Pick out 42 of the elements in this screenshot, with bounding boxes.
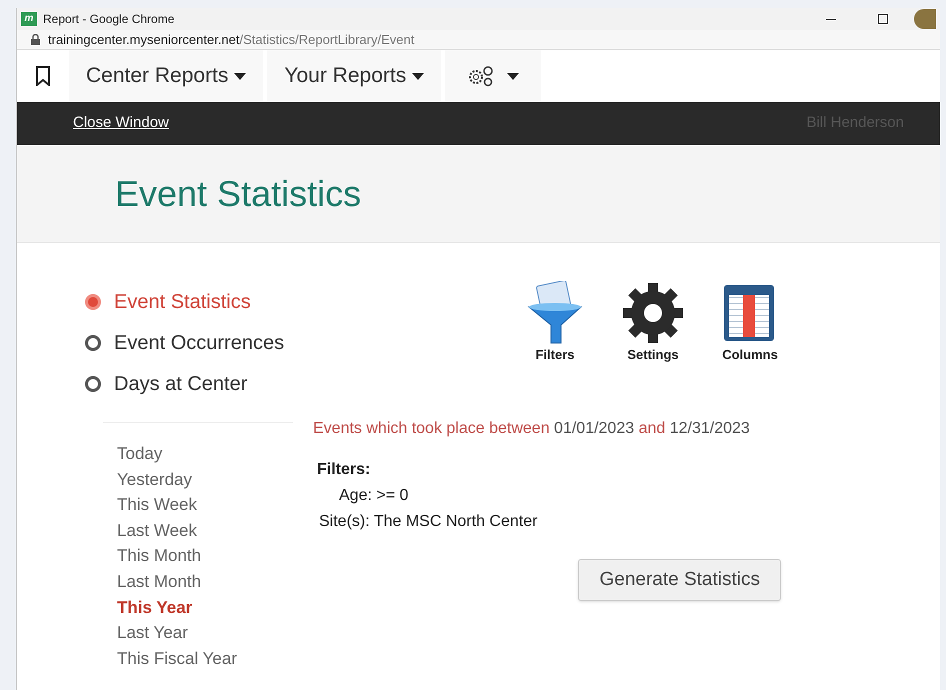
gears-icon [467, 65, 496, 87]
report-option[interactable]: Event Statistics [114, 286, 251, 316]
gears-menu[interactable] [445, 50, 542, 102]
radio-button[interactable] [85, 294, 101, 310]
funnel-icon [525, 281, 585, 345]
gear-icon [621, 281, 685, 345]
window-title: Report - Google Chrome [43, 11, 174, 28]
app-logo: m [21, 12, 37, 26]
date-range-link[interactable]: This Month [117, 543, 313, 569]
date-range-summary: Events which took place between 01/01/2023 and 12/31/2023 [313, 419, 751, 439]
caret-icon [507, 72, 520, 80]
caret-icon [234, 72, 246, 80]
generate-statistics-button[interactable]: Generate Statistics [578, 559, 781, 601]
caret-icon [412, 72, 424, 80]
lock-icon [31, 34, 40, 45]
radio-button[interactable] [85, 334, 101, 350]
address-bar[interactable]: trainingcenter.myseniorcenter.net/Statistics/ReportLibrary/Event [17, 30, 940, 50]
url-text: trainingcenter.myseniorcenter.net/Statistics/ReportLibrary/Event [48, 30, 414, 49]
date-range-link[interactable]: This Week [117, 492, 313, 518]
page-title: Event Statistics [115, 172, 362, 216]
nav-menu[interactable]: Your Reports [267, 50, 442, 102]
nav-menu[interactable]: Center Reports [69, 50, 264, 102]
filters-heading: Filters: [317, 460, 372, 480]
tool-button[interactable]: Columns [721, 281, 779, 417]
date-range-link[interactable]: This Fiscal Year [117, 646, 313, 672]
maximize-icon[interactable] [878, 14, 888, 24]
minimize-icon[interactable] [826, 18, 836, 20]
report-option[interactable]: Event Occurrences [114, 328, 284, 358]
tool-button[interactable]: Settings [621, 281, 685, 417]
date-range-link[interactable]: Last Year [117, 620, 313, 646]
close-window-link[interactable]: Close Window [73, 112, 169, 135]
date-range-link[interactable]: This Year [117, 594, 313, 620]
date-range-link[interactable]: Yesterday [117, 466, 313, 492]
tool-button[interactable]: Filters [525, 281, 585, 417]
radio-button[interactable] [85, 376, 101, 392]
date-range-link[interactable]: Last Week [117, 518, 313, 544]
date-range-link[interactable]: Today [117, 441, 313, 467]
filter-line: Age: >= 0 [338, 486, 410, 506]
filter-line: Site(s): The MSC North Center [318, 512, 538, 532]
report-option[interactable]: Days at Center [114, 368, 248, 398]
bookmark-icon[interactable] [35, 66, 51, 86]
date-range-link[interactable]: Last Month [117, 568, 313, 595]
